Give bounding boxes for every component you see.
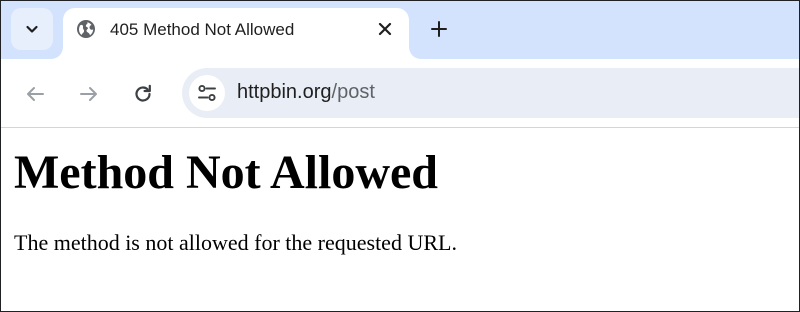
page-message: The method is not allowed for the reques…	[14, 230, 457, 255]
arrow-left-icon	[27, 87, 44, 101]
browser-window: 405 Method Not Allowed httpbin.org/post …	[0, 0, 800, 312]
tab-strip: 405 Method Not Allowed	[1, 1, 799, 59]
tab-title: 405 Method Not Allowed	[110, 20, 295, 39]
page-heading: Method Not Allowed	[14, 146, 438, 199]
tab-close-button[interactable]	[375, 19, 395, 39]
back-button[interactable]	[22, 81, 48, 107]
tune-icon	[198, 84, 216, 102]
close-icon	[378, 22, 392, 36]
url-text[interactable]: httpbin.org/post	[237, 81, 375, 104]
new-tab-button[interactable]	[425, 15, 453, 43]
url-path: /post	[331, 81, 375, 103]
chevron-down-icon	[26, 25, 38, 33]
reload-icon	[135, 84, 151, 102]
navigation-toolbar: httpbin.org/post	[1, 59, 799, 128]
plus-icon	[431, 21, 447, 37]
url-host: httpbin.org	[237, 81, 332, 103]
forward-button[interactable]	[76, 81, 102, 107]
address-bar[interactable]: httpbin.org/post	[182, 68, 799, 118]
active-tab[interactable]: 405 Method Not Allowed	[63, 8, 409, 59]
globe-icon	[77, 20, 95, 38]
reload-button[interactable]	[130, 81, 156, 107]
arrow-right-icon	[80, 87, 97, 101]
site-info-button[interactable]	[189, 75, 225, 111]
page-content: Method Not Allowed The method is not all…	[1, 129, 799, 311]
tab-search-button[interactable]	[11, 8, 53, 50]
